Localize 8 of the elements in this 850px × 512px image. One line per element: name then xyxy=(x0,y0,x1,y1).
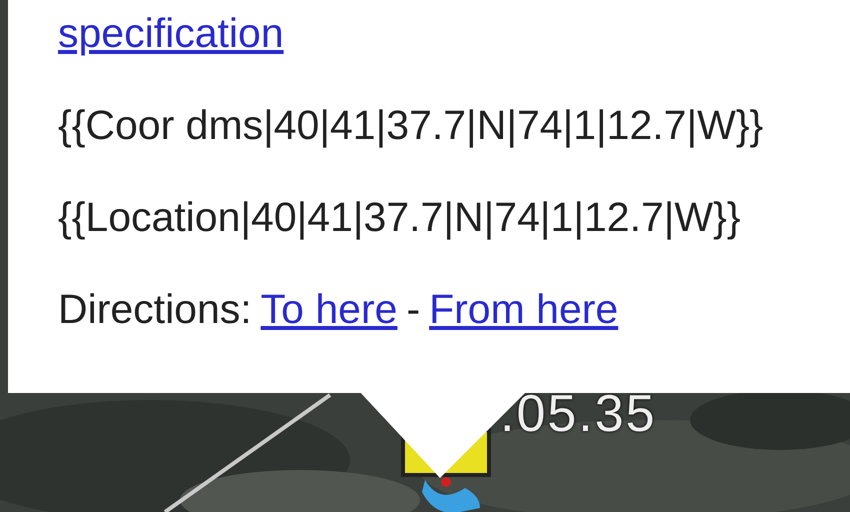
directions-label: Directions: xyxy=(58,288,252,331)
placemark-label: .05.35 xyxy=(500,384,657,444)
directions-link[interactable]: From here xyxy=(429,288,618,331)
directions-link[interactable]: To here xyxy=(260,288,398,331)
template-text: {{Location|40|41|37.7|N|74|1|12.7|W}} xyxy=(58,196,741,239)
template-text: {{Coor dms|40|41|37.7|N|74|1|12.7|W}} xyxy=(58,104,764,147)
specification-link[interactable]: specification xyxy=(58,12,284,55)
separator: - xyxy=(406,288,420,331)
